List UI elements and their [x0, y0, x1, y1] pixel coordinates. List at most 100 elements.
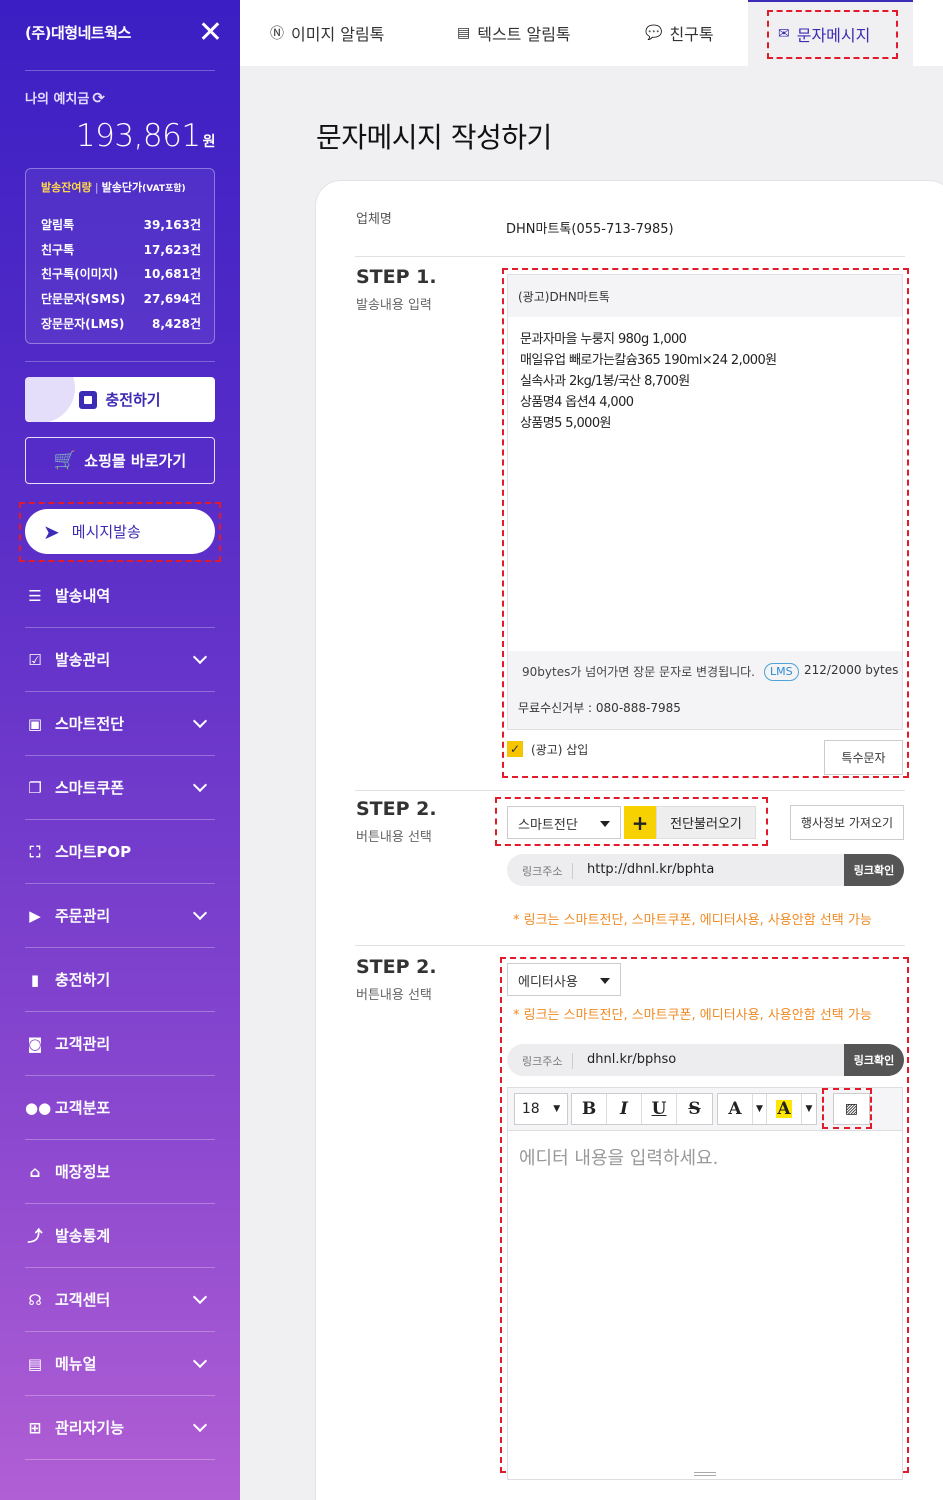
link-check-button[interactable]: 링크확인 — [844, 1044, 904, 1076]
chevron-down-icon — [192, 1417, 208, 1433]
nav-item-smart-pop[interactable]: ⛶ 스마트POP — [25, 820, 215, 884]
balance-value: 39,163건 — [143, 218, 201, 232]
charge-button[interactable]: 충전하기 — [25, 377, 215, 422]
editor-placeholder: 에디터 내용을 입력하세요. — [519, 1148, 719, 1169]
chevron-down-icon — [192, 1289, 208, 1305]
chevron-down-icon — [192, 777, 208, 793]
nav-item-customer-manage[interactable]: ◙ 고객관리 — [25, 1012, 215, 1076]
link-check-button[interactable]: 링크확인 — [844, 854, 904, 886]
step3-subtitle: 버튼내용 선택 — [356, 988, 432, 1003]
nav-label: 발송관리 — [55, 651, 111, 669]
coupon-icon: ❐ — [28, 778, 42, 797]
nav-label: 메뉴얼 — [55, 1355, 97, 1373]
link-url-input[interactable]: dhnl.kr/bphso — [587, 1052, 676, 1067]
list-icon: ☰ — [28, 586, 42, 605]
checklist-icon: ☑ — [28, 650, 42, 669]
resize-handle[interactable] — [694, 1472, 716, 1476]
chevron-down-icon — [192, 713, 208, 729]
shop-button[interactable]: 🛒 쇼핑몰 바로가기 — [25, 437, 215, 484]
underline-icon[interactable]: U — [642, 1094, 677, 1124]
nav-item-order-manage[interactable]: ▶ 주문관리 — [25, 884, 215, 948]
nav-label: 관리자기능 — [55, 1419, 125, 1437]
nav-item-send-manage[interactable]: ☑ 발송관리 — [25, 628, 215, 692]
balance-row: 알림톡 39,163건 — [41, 216, 201, 241]
order-icon: ▶ — [29, 906, 41, 925]
nav-item-manual[interactable]: ▤ 메뉴얼 — [25, 1332, 215, 1396]
chat-icon: 💬 — [645, 25, 663, 41]
step1-subtitle: 발송내용 입력 — [356, 298, 432, 313]
refresh-icon[interactable]: ⟳ — [92, 89, 105, 107]
headset-icon: ☊ — [28, 1290, 42, 1309]
balance-label: 단문문자(SMS) — [41, 292, 126, 307]
ad-insert-checkbox[interactable]: ✓ — [507, 741, 523, 757]
nav-item-smart-coupon[interactable]: ❐ 스마트쿠폰 — [25, 756, 215, 820]
font-size-group: 18 ▼ — [514, 1093, 568, 1125]
tab-friendtalk[interactable]: 💬 친구톡 — [645, 0, 714, 66]
font-size-select[interactable]: 18 ▼ — [515, 1094, 567, 1124]
balance-label: 알림톡 — [41, 218, 75, 232]
bold-icon[interactable]: B — [572, 1094, 607, 1124]
caret-down-icon[interactable]: ▼ — [802, 1094, 816, 1124]
link-label: 링크주소 — [522, 863, 574, 879]
tab-text-alimtalk[interactable]: ▤ 텍스트 알림톡 — [457, 0, 571, 66]
rich-text-editor[interactable]: 18 ▼ B I U S A ▼ A ▼ ▨ 에디터 내용을 입력하세요. — [507, 1087, 903, 1480]
highlight-color-icon[interactable]: A — [767, 1094, 802, 1124]
tab-label: 텍스트 알림톡 — [477, 25, 571, 44]
nav-item-send-history[interactable]: ☰ 발송내역 — [25, 564, 215, 628]
balance-value: 27,694건 — [143, 292, 201, 307]
event-info-button[interactable]: 행사정보 가져오기 — [790, 805, 904, 840]
store-icon: ⌂ — [29, 1162, 41, 1181]
sidebar: (주)대형네트웍스 ✕ 나의 예치금 ⟳ 193,861 원 발송잔여량 | 발송단가(… — [0, 0, 240, 1500]
nav-item-send-stats[interactable]: ⤴ 발송통계 — [25, 1204, 215, 1268]
format-group: B I U S — [571, 1093, 713, 1125]
nav-label: 주문관리 — [55, 907, 111, 925]
highlight-outline — [767, 10, 898, 59]
nav-item-customer-distribution[interactable]: ●● 고객분포 — [25, 1076, 215, 1140]
message-icon: ▤ — [457, 25, 471, 41]
balance-list: 알림톡 39,163건 친구톡 17,623건 친구톡(이미지) 10,681건 단문… — [41, 216, 201, 339]
deposit-amount: 193,861 원 — [76, 118, 216, 154]
highlight-outline — [495, 797, 768, 846]
nav-item-charge[interactable]: ▮ 충전하기 — [25, 948, 215, 1012]
balance-tab[interactable]: 발송잔여량 — [41, 181, 92, 194]
font-color-icon[interactable]: A — [718, 1094, 753, 1124]
balance-row: 장문문자(LMS) 8,428건 — [41, 315, 201, 340]
divider — [355, 256, 905, 257]
select-value: 에디터사용 — [518, 975, 578, 990]
divider — [25, 361, 215, 362]
nav-label: 고객센터 — [55, 1291, 111, 1309]
link-bar: 링크주소 dhnl.kr/bphso 링크확인 — [507, 1044, 904, 1076]
close-icon[interactable]: ✕ — [198, 18, 223, 48]
font-size-value: 18 — [521, 1101, 540, 1117]
tab-label: 친구톡 — [669, 25, 714, 44]
nav-label: 고객관리 — [55, 1035, 111, 1053]
nav-item-customer-center[interactable]: ☊ 고객센터 — [25, 1268, 215, 1332]
divider — [355, 790, 905, 791]
balance-box: 발송잔여량 | 발송단가(VAT포함) 알림톡 39,163건 친구톡 17,623건 … — [25, 168, 215, 344]
ad-insert-label: (광고) 삽입 — [531, 743, 589, 757]
tab-image-alimtalk[interactable]: Ⓝ 이미지 알림톡 — [270, 0, 384, 66]
special-char-button[interactable]: 특수문자 — [824, 740, 903, 775]
link-bar: 링크주소 http://dhnl.kr/bphta 링크확인 — [507, 854, 904, 886]
nav-item-store-info[interactable]: ⌂ 매장정보 — [25, 1140, 215, 1204]
nav-label: 스마트전단 — [55, 715, 125, 733]
battery-icon: ▮ — [30, 970, 40, 989]
italic-icon[interactable]: I — [607, 1094, 642, 1124]
nav-item-admin[interactable]: ⊞ 관리자기능 — [25, 1396, 215, 1460]
image-icon: ▣ — [27, 714, 43, 733]
send-message-button[interactable]: ➤ 메시지발송 — [25, 509, 215, 554]
divider — [355, 945, 905, 946]
link-url-input[interactable]: http://dhnl.kr/bphta — [587, 862, 714, 877]
send-icon: ➤ — [43, 519, 60, 544]
strikethrough-icon[interactable]: S — [677, 1094, 712, 1124]
balance-row: 친구톡 17,623건 — [41, 241, 201, 266]
sidebar-header: (주)대형네트웍스 ✕ — [25, 18, 223, 48]
price-tab[interactable]: 발송단가 — [102, 181, 142, 194]
caret-down-icon[interactable]: ▼ — [753, 1094, 767, 1124]
editor-type-select[interactable]: 에디터사용 — [507, 963, 621, 996]
link-note: * 링크는 스마트전단, 스마트쿠폰, 에디터사용, 사용안함 선택 가능 — [513, 1008, 872, 1023]
nav-item-smart-flyer[interactable]: ▣ 스마트전단 — [25, 692, 215, 756]
deposit-label: 나의 예치금 ⟳ — [25, 88, 105, 107]
manual-icon: ▤ — [27, 1354, 43, 1373]
nav-label: 스마트쿠폰 — [55, 779, 125, 797]
